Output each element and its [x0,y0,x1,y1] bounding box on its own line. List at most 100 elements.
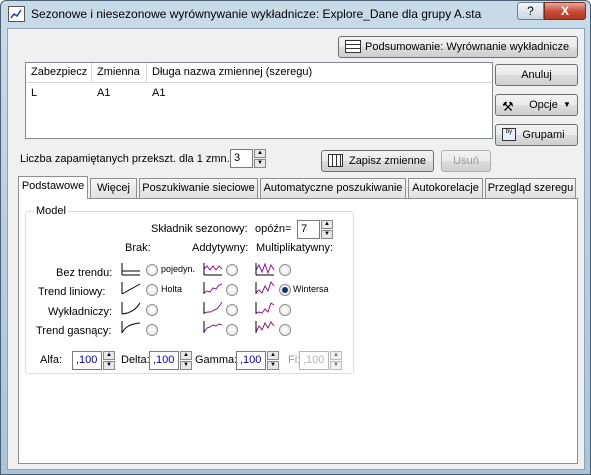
fi-field[interactable]: ,100 [299,351,329,370]
col-multiplicative-label: Multiplikatywny: [256,242,334,254]
delta-label: Delta: [121,354,150,366]
gamma-field[interactable]: ,100 [236,351,266,370]
tab-series-review[interactable]: Przegląd szeregu [485,178,576,198]
cancel-button[interactable]: Anuluj [495,64,578,86]
radio-linear-additive[interactable] [226,284,238,296]
lag-label: opóźn= [255,223,292,235]
list-cell-variable[interactable]: A1 [92,84,110,102]
damped-multiplicative-icon [255,321,275,333]
gamma-spinner[interactable]: ,100 ▲ ▼ [236,351,280,370]
delta-up-icon[interactable]: ▲ [180,351,192,360]
options-button[interactable]: ⚒ Opcje ▼ [495,94,578,116]
exponential-multiplicative-icon [255,302,275,314]
col-header-variable[interactable]: Zmienna [92,63,147,83]
save-variables-label: Zapisz zmienne [348,155,427,167]
radio-none-none[interactable] [146,264,158,276]
radio-none-multiplicative[interactable] [279,264,291,276]
app-chart-icon [8,6,25,22]
col-header-protect[interactable]: Zabezpiecz [26,63,92,83]
delta-field[interactable]: ,100 [149,351,179,370]
radio-none-additive[interactable] [226,264,238,276]
dropdown-arrow-icon: ▼ [563,100,571,109]
fi-down-icon[interactable]: ▼ [330,361,342,370]
radio-exponential-multiplicative[interactable] [279,304,291,316]
alpha-field[interactable]: ,100 [72,351,102,370]
radio-linear-none[interactable] [146,284,158,296]
alpha-up-icon[interactable]: ▲ [103,351,115,360]
list-cell-protect[interactable]: L [26,84,37,102]
summary-button-label: Podsumowanie: Wyrównanie wykładnicze [365,41,570,53]
fi-spinner[interactable]: ,100 ▲ ▼ [299,351,343,370]
alpha-down-icon[interactable]: ▼ [103,361,115,370]
dialog-body: Podsumowanie: Wyrównanie wykładnicze Zab… [7,28,585,470]
tab-autocorrelations[interactable]: Autokorelacje [408,178,483,198]
window-title: Sezonowe i niesezonowe wyrównywanie wykł… [31,7,482,21]
tab-panel-basic: Model Składnik sezonowy: opóźn= 7 ▲ ▼ Br… [18,198,578,464]
save-grid-icon [328,154,343,167]
alpha-label: Alfa: [40,354,63,366]
transforms-spinner[interactable]: 3 ▲ ▼ [230,149,266,168]
spin-up-icon[interactable]: ▲ [254,149,266,158]
options-wrench-icon: ⚒ [502,99,514,114]
save-variables-button[interactable]: Zapisz zmienne [321,150,434,172]
damped-none-icon [121,321,141,334]
transforms-label: Liczba zapamiętanych przekszt. dla 1 zmn… [20,153,233,165]
groups-button[interactable]: by Grupami [495,124,578,146]
row-exponential-label: Wykładniczy: [48,306,113,318]
tab-more[interactable]: Więcej [90,178,137,198]
delta-down-icon[interactable]: ▼ [180,361,192,370]
gamma-down-icon[interactable]: ▼ [267,361,279,370]
row-linear-label: Trend liniowy: [38,286,106,298]
linear-additive-icon [203,282,223,294]
holt-option-label: Holta [161,284,183,294]
groups-label: Grupami [522,129,565,141]
tab-grid-search[interactable]: Poszukiwanie sieciowe [139,178,258,198]
radio-damped-none[interactable] [146,324,158,336]
close-button[interactable]: X [544,2,586,20]
row-damped-label: Trend gasnący: [36,325,112,337]
radio-exponential-none[interactable] [146,304,158,316]
spin-down-icon[interactable]: ▼ [254,159,266,168]
lag-field[interactable]: 7 [297,220,320,239]
help-button[interactable]: ? [517,2,544,20]
list-cell-longname[interactable]: A1 [147,84,165,102]
lag-spinner[interactable]: 7 ▲ ▼ [297,220,333,239]
linear-none-icon [121,282,141,295]
alpha-spinner[interactable]: ,100 ▲ ▼ [72,351,116,370]
groups-icon: by [502,128,516,141]
col-additive-label: Addytywny: [192,242,249,254]
fi-up-icon[interactable]: ▲ [330,351,342,360]
col-header-longname[interactable]: Długa nazwa zmiennej (szeregu) [147,63,492,83]
summary-button[interactable]: Podsumowanie: Wyrównanie wykładnicze [338,36,578,58]
lag-up-icon[interactable]: ▲ [321,220,333,229]
radio-damped-additive[interactable] [226,324,238,336]
delete-button[interactable]: Usuń [441,150,491,172]
gamma-label: Gamma: [195,354,238,366]
radio-exponential-additive[interactable] [226,304,238,316]
damped-additive-icon [203,321,223,333]
radio-linear-multiplicative[interactable] [279,284,291,296]
simple-option-label: pojedyn. [161,264,196,274]
no-trend-multiplicative-icon [255,262,275,276]
exponential-none-icon [121,302,141,315]
title-bar[interactable]: Sezonowe i niesezonowe wyrównywanie wykł… [1,1,590,27]
radio-damped-multiplicative[interactable] [279,324,291,336]
linear-multiplicative-icon [255,280,275,294]
delta-spinner[interactable]: ,100 ▲ ▼ [149,351,193,370]
table-icon [345,40,361,53]
tab-basic[interactable]: Podstawowe [18,176,88,199]
col-none-label: Brak: [125,242,151,254]
no-trend-additive-icon [203,263,223,276]
winters-option-label: Wintersa [293,284,329,294]
dialog-window: Sezonowe i niesezonowe wyrównywanie wykł… [0,0,591,475]
options-label: Opcje [529,99,558,111]
exponential-additive-icon [203,301,223,314]
lag-down-icon[interactable]: ▼ [321,230,333,239]
variables-list[interactable]: Zabezpiecz Zmienna Długa nazwa zmiennej … [25,62,493,139]
transforms-field[interactable]: 3 [230,149,253,168]
no-trend-none-icon [121,263,140,276]
model-group-label: Model [34,205,68,217]
tab-auto-search[interactable]: Automatyczne poszukiwanie [260,178,406,198]
row-no-trend-label: Bez trendu: [56,267,113,279]
gamma-up-icon[interactable]: ▲ [267,351,279,360]
